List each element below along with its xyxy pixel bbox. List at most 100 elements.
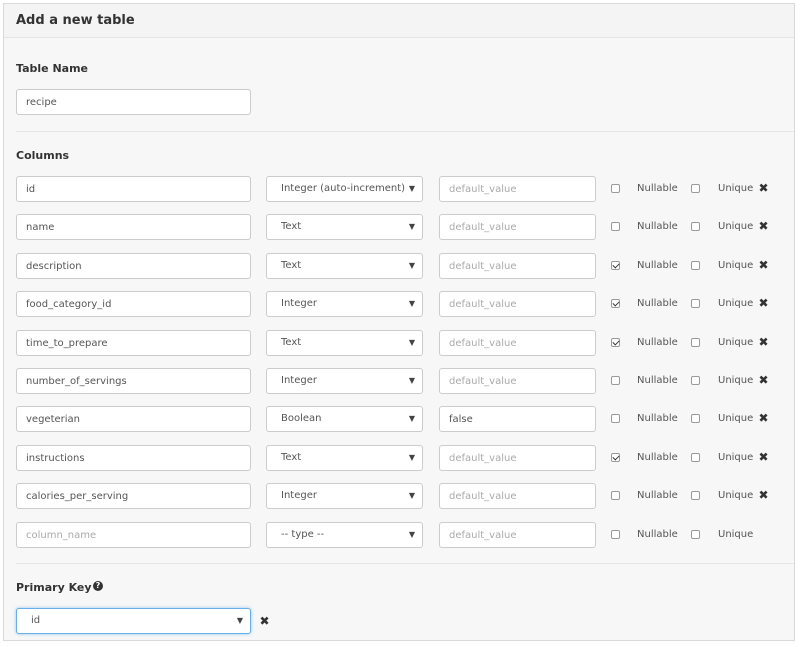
nullable-label: Nullable xyxy=(637,375,678,386)
column-name-input[interactable] xyxy=(16,176,251,202)
unique-label: Unique xyxy=(718,260,754,271)
column-name-input[interactable] xyxy=(16,522,251,548)
column-type-select[interactable]: Text ▼ xyxy=(266,330,423,356)
unique-label: Unique xyxy=(718,337,754,348)
unique-checkbox[interactable] xyxy=(691,299,700,308)
caret-down-icon: ▼ xyxy=(408,184,415,193)
column-name-input[interactable] xyxy=(16,368,251,394)
column-default-input[interactable] xyxy=(439,368,596,394)
unique-label: Unique xyxy=(718,221,754,232)
nullable-checkbox[interactable] xyxy=(611,261,620,270)
close-icon[interactable]: ✖ xyxy=(758,259,769,271)
column-type-value: -- type -- xyxy=(281,529,325,540)
column-default-input[interactable] xyxy=(439,406,596,432)
column-default-input[interactable] xyxy=(439,214,596,240)
close-icon[interactable]: ✖ xyxy=(758,412,769,424)
column-type-select[interactable]: Integer ▼ xyxy=(266,368,423,394)
nullable-checkbox[interactable] xyxy=(611,299,620,308)
column-name-input[interactable] xyxy=(16,291,251,317)
divider-table-name xyxy=(16,131,794,132)
nullable-label: Nullable xyxy=(637,490,678,501)
column-name-input[interactable] xyxy=(16,330,251,356)
close-icon[interactable]: ✖ xyxy=(758,489,769,501)
nullable-checkbox[interactable] xyxy=(611,376,620,385)
column-default-input[interactable] xyxy=(439,330,596,356)
table-name-label: Table Name xyxy=(16,62,88,75)
caret-down-icon: ▼ xyxy=(408,530,415,539)
column-type-select[interactable]: -- type -- ▼ xyxy=(266,522,423,548)
caret-down-icon: ▼ xyxy=(408,261,415,270)
column-name-input[interactable] xyxy=(16,445,251,471)
nullable-checkbox[interactable] xyxy=(611,491,620,500)
column-type-value: Integer xyxy=(281,298,317,309)
column-type-select[interactable]: Integer ▼ xyxy=(266,291,423,317)
close-icon[interactable]: ✖ xyxy=(758,220,769,232)
unique-label: Unique xyxy=(718,298,754,309)
column-name-input[interactable] xyxy=(16,483,251,509)
close-icon[interactable]: ✖ xyxy=(758,336,769,348)
column-type-select[interactable]: Boolean ▼ xyxy=(266,406,423,432)
unique-checkbox[interactable] xyxy=(691,414,700,423)
unique-checkbox[interactable] xyxy=(691,530,700,539)
caret-down-icon: ▼ xyxy=(236,616,243,625)
remove-primary-key-icon[interactable]: ✖ xyxy=(259,615,270,627)
nullable-checkbox[interactable] xyxy=(611,530,620,539)
column-type-select[interactable]: Integer (auto-increment) ▼ xyxy=(266,176,423,202)
column-name-input[interactable] xyxy=(16,214,251,240)
unique-checkbox[interactable] xyxy=(691,491,700,500)
unique-checkbox[interactable] xyxy=(691,376,700,385)
column-default-input[interactable] xyxy=(439,253,596,279)
column-default-input[interactable] xyxy=(439,445,596,471)
primary-key-label: Primary Key xyxy=(16,581,92,594)
unique-label: Unique xyxy=(718,375,754,386)
column-type-select[interactable]: Text ▼ xyxy=(266,445,423,471)
column-type-value: Text xyxy=(281,452,302,463)
caret-down-icon: ▼ xyxy=(408,299,415,308)
unique-label: Unique xyxy=(718,529,754,540)
close-icon[interactable]: ✖ xyxy=(758,297,769,309)
close-icon[interactable]: ✖ xyxy=(758,374,769,386)
column-name-input[interactable] xyxy=(16,253,251,279)
caret-down-icon: ▼ xyxy=(408,453,415,462)
nullable-checkbox[interactable] xyxy=(611,453,620,462)
column-default-input[interactable] xyxy=(439,522,596,548)
column-name-input[interactable] xyxy=(16,406,251,432)
unique-checkbox[interactable] xyxy=(691,184,700,193)
column-type-value: Text xyxy=(281,337,302,348)
column-default-input[interactable] xyxy=(439,483,596,509)
nullable-label: Nullable xyxy=(637,260,678,271)
close-icon[interactable]: ✖ xyxy=(758,182,769,194)
panel-header: Add a new table xyxy=(4,4,794,38)
nullable-checkbox[interactable] xyxy=(611,414,620,423)
caret-down-icon: ▼ xyxy=(408,222,415,231)
column-type-value: Integer xyxy=(281,375,317,386)
table-name-input[interactable] xyxy=(16,89,251,115)
column-type-value: Text xyxy=(281,260,302,271)
column-type-value: Integer xyxy=(281,490,317,501)
caret-down-icon: ▼ xyxy=(408,376,415,385)
nullable-label: Nullable xyxy=(637,183,678,194)
primary-key-select[interactable]: id ▼ xyxy=(16,608,251,634)
unique-label: Unique xyxy=(718,183,754,194)
column-type-select[interactable]: Text ▼ xyxy=(266,214,423,240)
page-title: Add a new table xyxy=(16,13,135,28)
divider-columns xyxy=(16,563,794,564)
column-type-value: Boolean xyxy=(281,413,322,424)
close-icon[interactable]: ✖ xyxy=(758,451,769,463)
column-default-input[interactable] xyxy=(439,291,596,317)
question-circle-icon[interactable]: ? xyxy=(93,581,103,591)
nullable-checkbox[interactable] xyxy=(611,184,620,193)
nullable-checkbox[interactable] xyxy=(611,222,620,231)
unique-checkbox[interactable] xyxy=(691,222,700,231)
unique-checkbox[interactable] xyxy=(691,338,700,347)
column-type-select[interactable]: Text ▼ xyxy=(266,253,423,279)
caret-down-icon: ▼ xyxy=(408,414,415,423)
caret-down-icon: ▼ xyxy=(408,338,415,347)
nullable-checkbox[interactable] xyxy=(611,338,620,347)
nullable-label: Nullable xyxy=(637,413,678,424)
unique-checkbox[interactable] xyxy=(691,453,700,462)
column-default-input[interactable] xyxy=(439,176,596,202)
unique-checkbox[interactable] xyxy=(691,261,700,270)
nullable-label: Nullable xyxy=(637,529,678,540)
column-type-select[interactable]: Integer ▼ xyxy=(266,483,423,509)
